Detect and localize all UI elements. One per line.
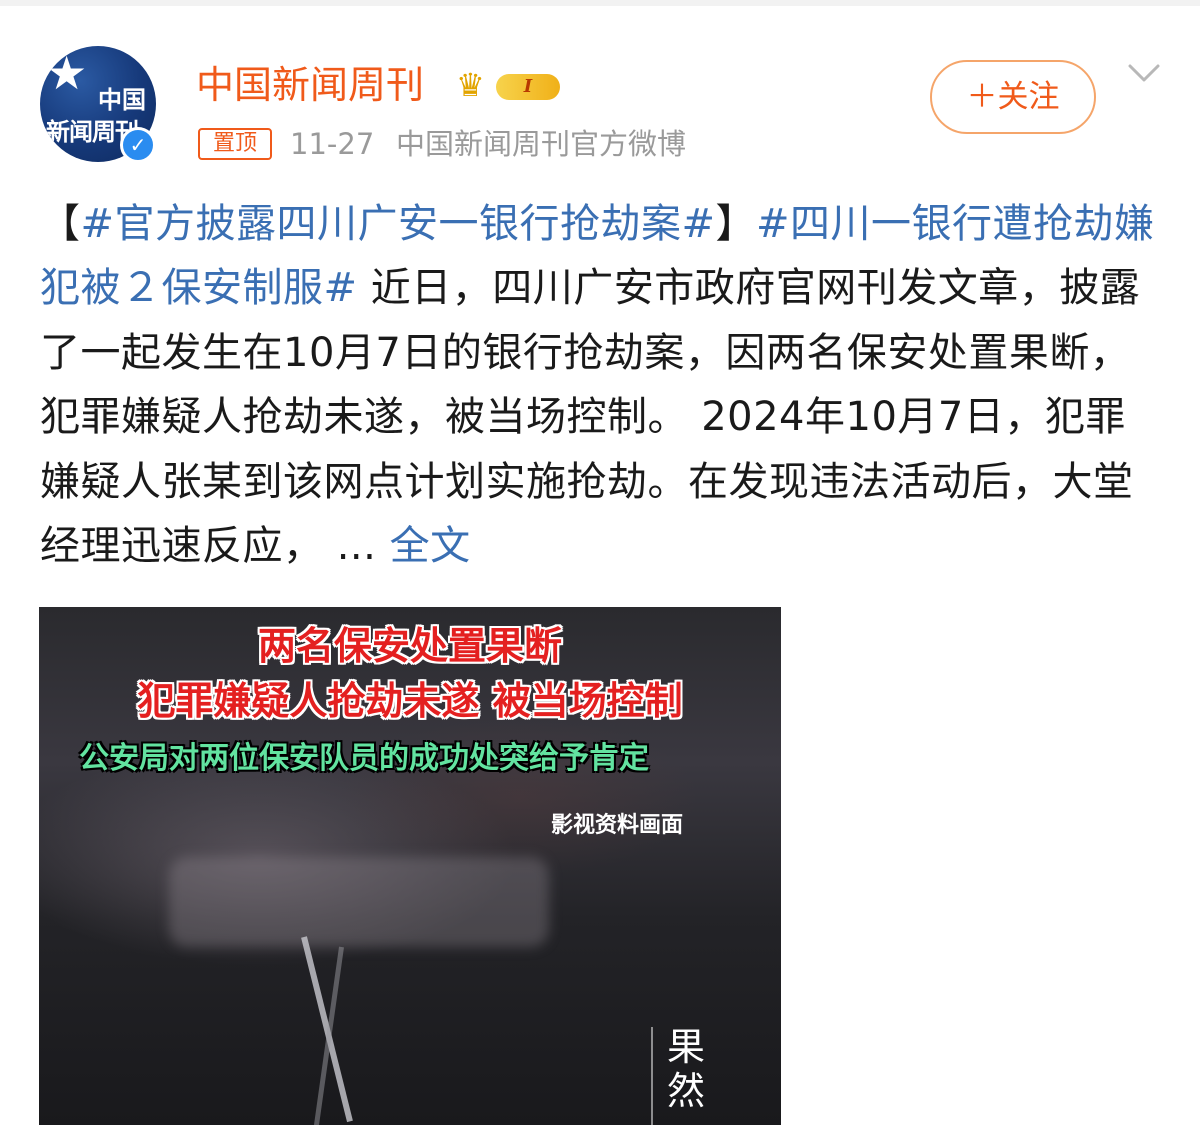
video-caption-line3: 公安局对两位保安队员的成功处突给予肯定 xyxy=(79,741,649,776)
crown-icon: ♛ xyxy=(456,66,485,104)
video-thumbnail[interactable]: 两名保安处置果断 犯罪嫌疑人抢劫未遂 被当场控制 公安局对两位保安队员的成功处突… xyxy=(39,607,781,1125)
divider xyxy=(651,1027,653,1125)
star-logo-icon: ★ xyxy=(46,46,88,100)
background-shape xyxy=(313,946,344,1125)
full-text-link[interactable]: 全文 xyxy=(390,523,471,569)
post-source: 中国新闻周刊官方微博 xyxy=(396,127,687,161)
bracket-close: 】 xyxy=(715,201,757,247)
video-caption-line1: 两名保安处置果断 xyxy=(257,624,562,668)
video-side-text: 果然 xyxy=(667,1025,706,1113)
top-divider xyxy=(0,0,1200,6)
username[interactable]: 中国新闻周刊 xyxy=(196,62,424,108)
post-date: 11-27 xyxy=(290,127,375,161)
hashtag-bank-robbery[interactable]: #官方披露四川广安一银行抢劫案# xyxy=(81,201,716,247)
verified-icon: ✓ xyxy=(120,127,156,163)
bracket-open: 【 xyxy=(40,201,81,247)
follow-button[interactable]: ＋关注 xyxy=(930,60,1096,134)
level-pill: I xyxy=(496,74,560,100)
member-level-badge[interactable]: ♛ I xyxy=(456,66,564,106)
post-body: 【#官方披露四川广安一银行抢劫案#】#四川一银行遭抢劫嫌犯被２保安制服# 近日，… xyxy=(40,192,1160,578)
footage-note: 影视资料画面 xyxy=(551,813,684,838)
background-shape xyxy=(169,857,549,947)
chevron-down-icon[interactable] xyxy=(1124,58,1164,88)
video-caption-line2: 犯罪嫌疑人抢劫未遂 被当场控制 xyxy=(137,679,683,723)
avatar-text-line1: 中国 xyxy=(98,86,146,114)
pinned-tag: 置顶 xyxy=(198,128,272,160)
